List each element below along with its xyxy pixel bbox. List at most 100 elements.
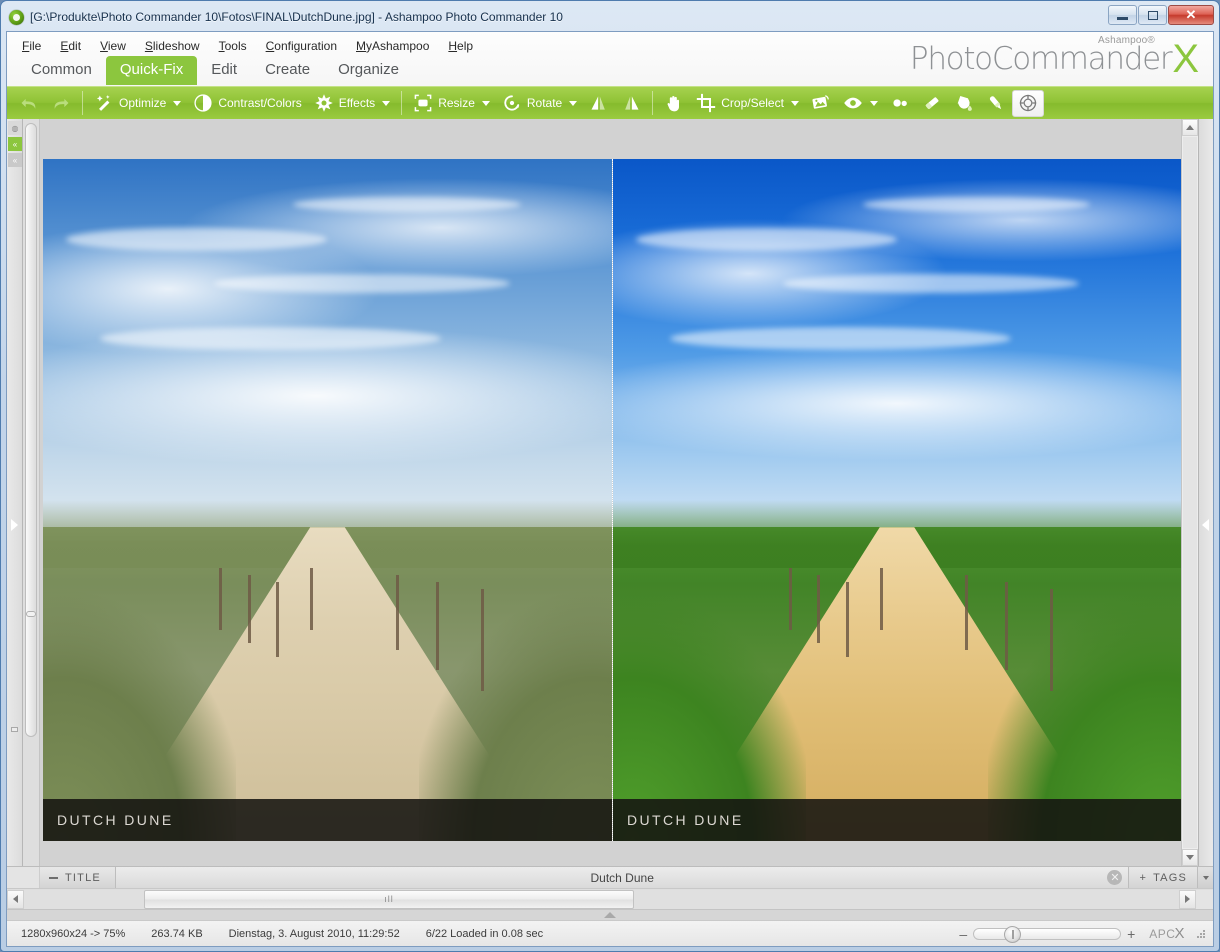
zoom-slider-track[interactable]: [973, 925, 1122, 943]
chevron-down-icon[interactable]: [869, 100, 878, 106]
chevron-down-icon[interactable]: [790, 100, 799, 106]
left-scrollbar-thumb[interactable]: [25, 123, 37, 737]
menu-item-configuration[interactable]: Configuration: [265, 37, 338, 55]
zoom-slider-control[interactable]: – +: [959, 925, 1135, 943]
scroll-right-button[interactable]: [1179, 889, 1196, 909]
menu-item-file[interactable]: File: [21, 37, 42, 55]
chevron-down-icon[interactable]: [569, 100, 578, 106]
menu-item-help[interactable]: Help: [447, 37, 474, 55]
horizontal-scrollbar-thumb[interactable]: ıll: [144, 889, 634, 909]
straighten-image-button[interactable]: [805, 90, 837, 117]
optimize-button[interactable]: Optimize: [88, 90, 187, 117]
fence-post: [1004, 581, 1008, 671]
rotate-button[interactable]: Rotate: [496, 90, 583, 117]
zoom-out-button[interactable]: –: [959, 926, 967, 942]
hand-pan-button[interactable]: [658, 90, 690, 117]
resize-grip-icon[interactable]: [1195, 928, 1207, 940]
retouch-brush-button[interactable]: [980, 90, 1012, 117]
effects-button[interactable]: Effects: [308, 90, 396, 117]
blemish-removal-button[interactable]: [884, 90, 916, 117]
contrast-colors-button[interactable]: Contrast/Colors: [187, 90, 307, 117]
scroll-left-button[interactable]: [7, 889, 24, 909]
menu-item-slideshow[interactable]: Slideshow: [144, 37, 201, 55]
crop-select-label: Crop/Select: [721, 96, 784, 110]
toolbar-separator: [652, 91, 654, 115]
title-input[interactable]: Dutch Dune ✕: [115, 867, 1129, 888]
left-vertical-scrollbar[interactable]: [23, 119, 40, 866]
image-canvas[interactable]: DUTCH DUNE DUTCH DUNE: [40, 119, 1181, 866]
straighten-image-icon: [812, 95, 829, 109]
minimize-button[interactable]: [1108, 5, 1137, 25]
paint-bucket-button[interactable]: [948, 90, 980, 117]
tags-dropdown-button[interactable]: [1197, 867, 1213, 888]
expand-right-panel-icon[interactable]: [1202, 519, 1209, 531]
redo-button[interactable]: [45, 90, 77, 117]
scroll-down-button[interactable]: [1182, 849, 1198, 866]
title-collapse-button[interactable]: TITLE: [40, 867, 116, 888]
clear-icon[interactable]: ✕: [1107, 870, 1123, 885]
maximize-button[interactable]: [1138, 5, 1167, 25]
tab-organize[interactable]: Organize: [324, 56, 413, 85]
ashampoo-logo-icon: [9, 9, 24, 25]
scrollbar-track[interactable]: [1183, 137, 1197, 848]
window-title-bar: [G:\Produkte\Photo Commander 10\Fotos\FI…: [6, 5, 1214, 28]
redo-icon: [54, 98, 69, 109]
plus-icon: +: [1139, 871, 1148, 884]
collapse-left-icon[interactable]: «: [8, 137, 22, 151]
fence-post: [481, 588, 485, 691]
title-button-label: TITLE: [65, 871, 101, 884]
red-eye-button[interactable]: [837, 90, 884, 117]
chevron-down-icon[interactable]: [481, 100, 490, 106]
menu-item-myashampoo[interactable]: MyAshampoo: [355, 37, 430, 55]
title-value: Dutch Dune: [590, 870, 654, 885]
status-datetime: Dienstag, 3. August 2010, 11:29:52: [228, 927, 400, 940]
flip-vertical-button[interactable]: [615, 90, 647, 117]
minus-icon: [49, 876, 58, 879]
status-filesize: 263.74 KB: [151, 927, 203, 940]
tags-button-label: TAGS: [1153, 871, 1187, 884]
flip-horizontal-button[interactable]: [583, 90, 615, 117]
tab-common[interactable]: Common: [17, 56, 106, 85]
after-caption-bar: DUTCH DUNE: [613, 799, 1181, 841]
horizontal-scrollbar-track[interactable]: ıll: [24, 889, 1179, 909]
collapse-left-alt-icon[interactable]: «: [8, 153, 22, 167]
chevron-down-icon[interactable]: [382, 100, 391, 106]
expand-left-panel-icon[interactable]: [11, 519, 18, 531]
fence-post: [817, 575, 821, 644]
tab-quick-fix[interactable]: Quick-Fix: [105, 56, 198, 85]
before-caption-bar: DUTCH DUNE: [43, 799, 612, 841]
resize-button[interactable]: Resize: [407, 90, 496, 117]
fence-post: [310, 568, 314, 630]
after-image-pane[interactable]: DUTCH DUNE: [612, 159, 1181, 841]
browser-collapse-strip[interactable]: [7, 909, 1213, 920]
panel-toggle-icon[interactable]: ◍: [8, 121, 22, 135]
right-vertical-scrollbar[interactable]: [1181, 119, 1198, 866]
status-dimensions: 1280x960x24 -> 75%: [21, 927, 126, 940]
horizontal-scrollbar[interactable]: ıll: [7, 888, 1213, 909]
menu-item-view[interactable]: View: [99, 37, 127, 55]
flip-horizontal-icon: [591, 96, 606, 110]
eraser-button[interactable]: [916, 90, 948, 117]
before-after-compare-button[interactable]: [1011, 89, 1044, 117]
fence-post: [879, 568, 883, 630]
red-eye-icon: [844, 97, 862, 109]
undo-button[interactable]: [13, 90, 45, 117]
tags-button[interactable]: + TAGS: [1128, 867, 1197, 888]
before-image-pane[interactable]: DUTCH DUNE: [43, 159, 612, 841]
tab-edit[interactable]: Edit: [197, 56, 251, 85]
left-scrollbar-grip[interactable]: [26, 611, 36, 617]
menu-item-edit[interactable]: Edit: [59, 37, 82, 55]
close-button[interactable]: ✕: [1168, 5, 1214, 25]
zoom-slider-handle[interactable]: [1004, 925, 1022, 943]
fence-post: [845, 581, 849, 657]
tab-create[interactable]: Create: [251, 56, 324, 85]
chevron-down-icon[interactable]: [173, 100, 182, 106]
zoom-in-button[interactable]: +: [1127, 926, 1135, 942]
menu-item-tools[interactable]: Tools: [218, 37, 248, 55]
scroll-up-button[interactable]: [1182, 119, 1198, 136]
crop-select-button[interactable]: Crop/Select: [690, 90, 805, 117]
chevron-down-icon: [1186, 855, 1194, 860]
resize-icon: [414, 94, 432, 112]
fence-post: [789, 568, 793, 630]
contrast-icon: [194, 94, 212, 112]
